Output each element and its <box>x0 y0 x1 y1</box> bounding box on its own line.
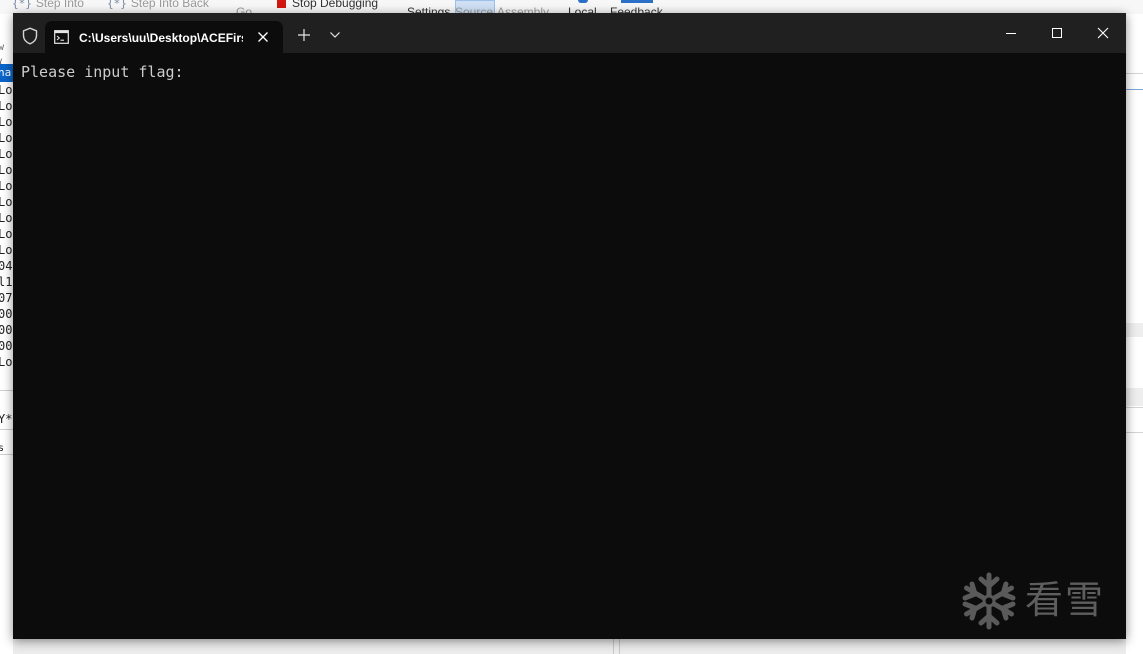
maximize-icon <box>1052 28 1062 38</box>
list-item: 00 <box>0 323 13 337</box>
tab-terminal[interactable]: C:\Users\uu\Desktop\ACEFirst <box>45 21 283 53</box>
tab-title: C:\Users\uu\Desktop\ACEFirst <box>79 31 243 45</box>
panel-label: w ( <box>0 42 5 69</box>
feedback-icon <box>621 0 653 3</box>
terminal-window: C:\Users\uu\Desktop\ACEFirst Please inpu… <box>13 13 1126 639</box>
console-prompt: Please input flag: <box>21 63 184 81</box>
list-item: Lo <box>0 131 13 145</box>
panel-band <box>1126 388 1143 406</box>
watermark-text: 看雪 <box>1025 578 1106 622</box>
divider <box>0 390 13 391</box>
list-item: Lo <box>0 195 13 209</box>
list-item: 00 <box>0 307 13 321</box>
debugger-bottom-strip <box>13 639 1126 654</box>
list-item: Lo <box>0 163 13 177</box>
divider <box>613 639 614 654</box>
list-item: Lo <box>0 179 13 193</box>
shield-icon <box>22 27 38 45</box>
divider <box>0 429 13 430</box>
minimize-icon <box>1006 33 1016 34</box>
snowflake-icon <box>962 572 1016 630</box>
panel-label: Y* <box>0 412 13 426</box>
list-item: Lo <box>0 147 13 161</box>
step-into-icon: {*} <box>12 0 32 10</box>
local-icon <box>578 0 588 3</box>
list-item: Lo <box>0 227 13 241</box>
divider <box>1126 89 1143 90</box>
stop-debugging-button[interactable]: Stop Debugging <box>277 0 378 11</box>
maximize-button[interactable] <box>1034 13 1080 53</box>
list-item: Lo <box>0 211 13 225</box>
divider <box>0 454 13 455</box>
console-icon <box>54 30 69 44</box>
step-into-back-icon: {*} <box>107 0 127 10</box>
list-item: 04 <box>0 259 13 273</box>
stop-icon <box>277 0 286 9</box>
panel-band <box>1126 323 1143 337</box>
selected-row[interactable]: na <box>0 65 11 81</box>
list-item: Lo <box>0 99 13 113</box>
divider <box>1126 432 1143 433</box>
terminal-console[interactable]: Please input flag: 看雪 <box>13 53 1126 639</box>
step-into-button[interactable]: {*} Step Into <box>12 0 84 11</box>
list-item: Lo <box>0 355 13 369</box>
debugger-right-panel <box>1126 14 1143 654</box>
divider <box>1126 73 1143 74</box>
close-tab-icon[interactable] <box>255 29 271 45</box>
divider <box>619 639 620 654</box>
new-tab-icon[interactable] <box>297 28 311 42</box>
divider <box>1126 407 1143 408</box>
minimize-button[interactable] <box>988 13 1034 53</box>
list-item: Lo <box>0 243 13 257</box>
chevron-down-icon[interactable] <box>329 31 341 39</box>
list-item: Lo <box>0 115 13 129</box>
list-item: 07 <box>0 291 13 305</box>
watermark: 看雪 <box>959 570 1124 632</box>
close-window-button[interactable] <box>1080 13 1126 53</box>
list-item: 00 <box>0 339 13 353</box>
list-item: l1 <box>0 275 13 289</box>
list-item: Lo <box>0 83 13 97</box>
close-icon <box>1097 27 1109 39</box>
debugger-left-panel: w ( na Lo Lo Lo Lo Lo Lo Lo Lo Lo Lo Lo … <box>0 14 13 654</box>
title-bar[interactable]: C:\Users\uu\Desktop\ACEFirst <box>13 13 1126 53</box>
step-into-back-button[interactable]: {*} Step Into Back <box>107 0 209 11</box>
